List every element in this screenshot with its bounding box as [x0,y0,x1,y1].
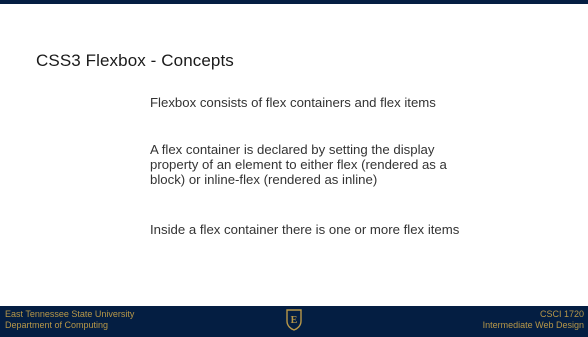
footer-university: East Tennessee State University [5,309,135,319]
bullet-item: A flex container is declared by setting … [150,142,447,187]
footer-course-name: Intermediate Web Design [482,320,584,330]
footer-course-code: CSCI 1720 [539,309,584,319]
etsu-logo-icon: E [286,309,302,331]
footer-institution: East Tennessee State University Departme… [5,309,134,331]
footer-course: CSCI 1720 Intermediate Web Design [483,309,584,331]
slide: CSS3 Flexbox - Concepts Flexbox consists… [0,0,588,337]
bullet-item: Inside a flex container there is one or … [150,222,460,237]
top-border [0,0,588,4]
logo-letter: E [291,315,298,326]
slide-title: CSS3 Flexbox - Concepts [36,51,234,70]
footer-department: Department of Computing [5,320,109,330]
bullet-item: Flexbox consists of flex containers and … [150,95,436,110]
